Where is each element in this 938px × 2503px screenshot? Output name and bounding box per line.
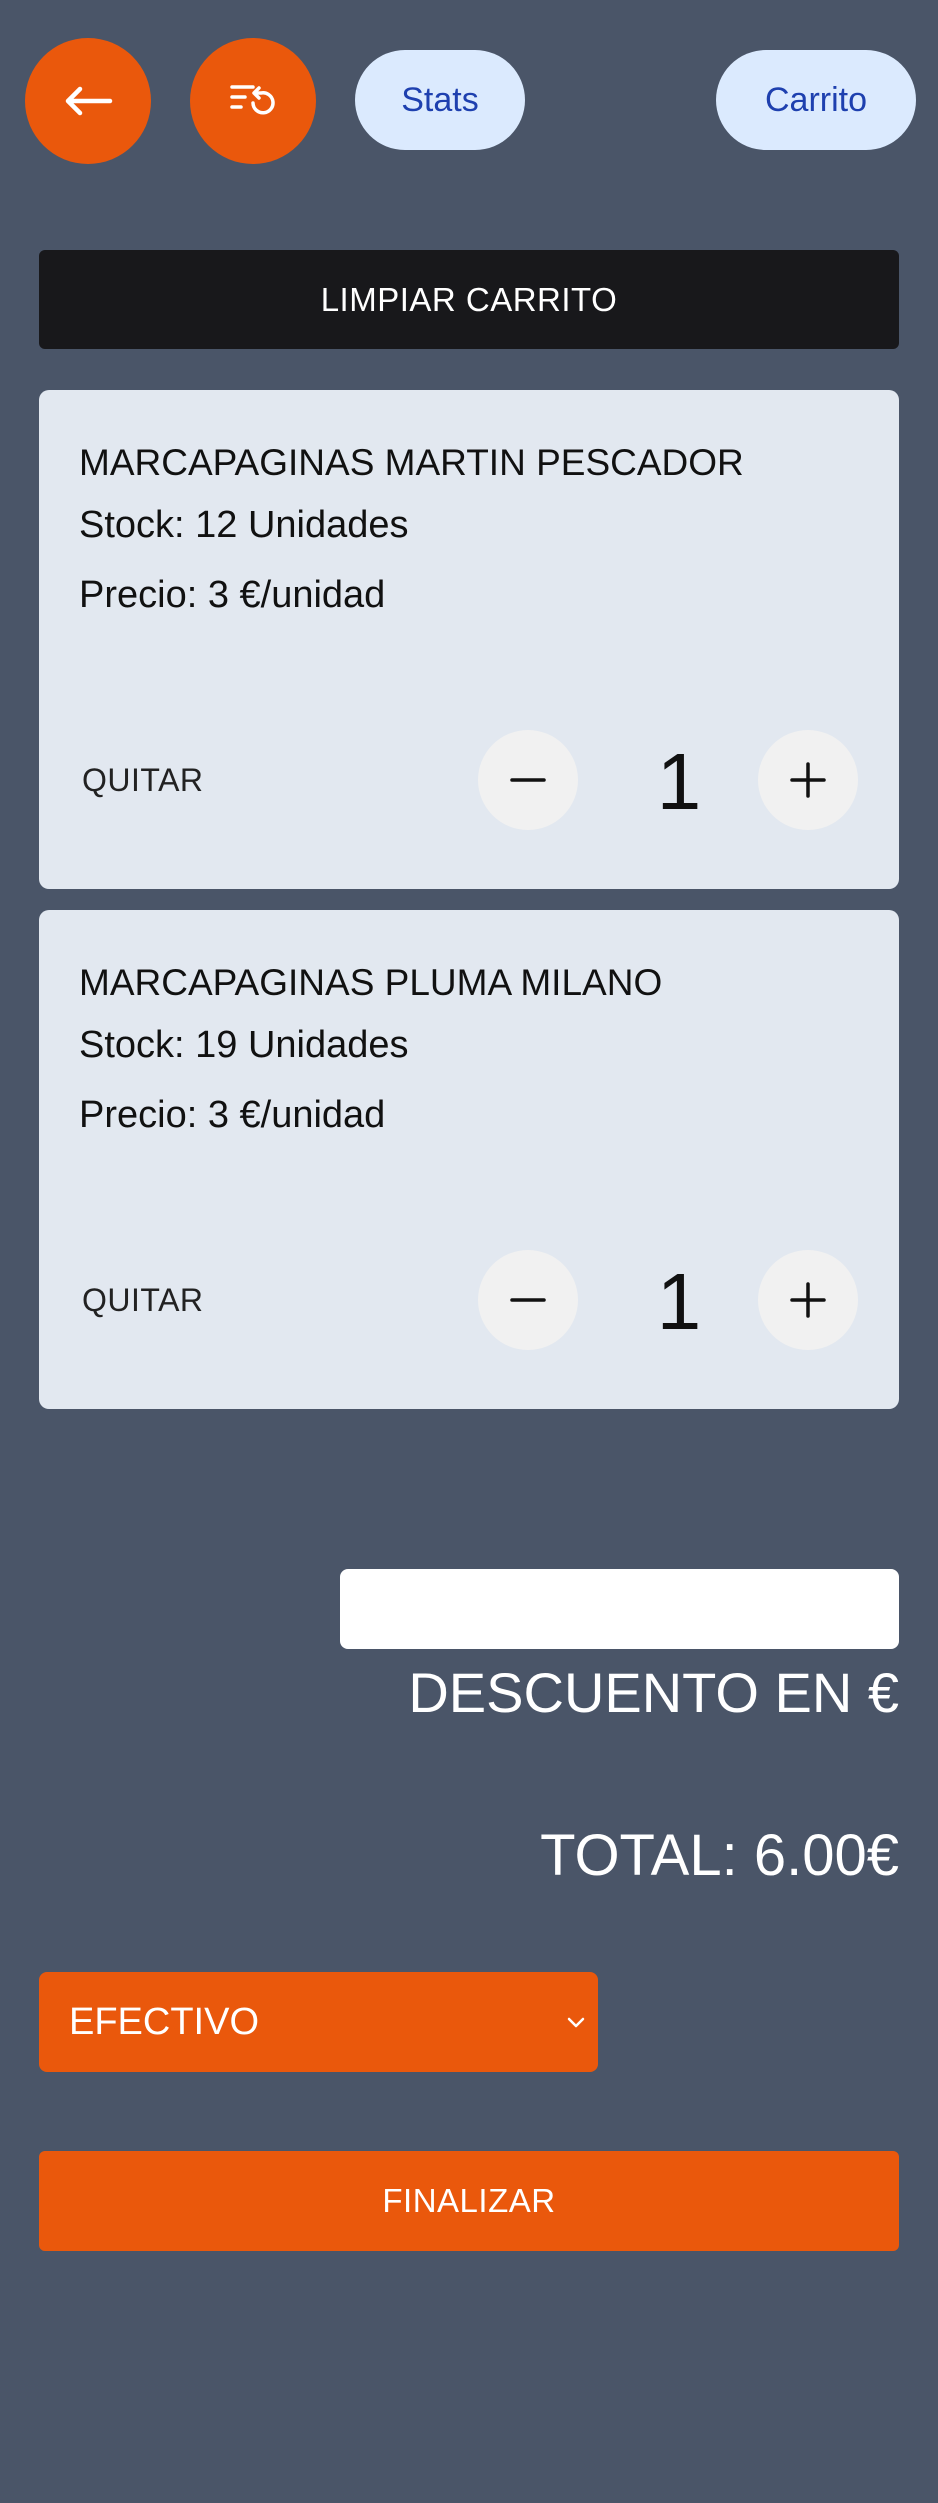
total-amount: TOTAL: 6.00€ <box>540 1823 899 1888</box>
cart-item: MARCAPAGINAS MARTIN PESCADOR Stock: 12 U… <box>39 390 899 889</box>
stats-button[interactable]: Stats <box>355 50 525 150</box>
arrow-left-icon <box>65 86 113 116</box>
decrease-quantity-button[interactable] <box>478 730 578 830</box>
increase-quantity-button[interactable] <box>758 730 858 830</box>
increase-quantity-button[interactable] <box>758 1250 858 1350</box>
discount-input[interactable] <box>340 1569 899 1649</box>
decrease-quantity-button[interactable] <box>478 1250 578 1350</box>
cart-item: MARCAPAGINAS PLUMA MILANO Stock: 19 Unid… <box>39 910 899 1409</box>
product-price: Precio: 3 €/unidad <box>79 1094 386 1136</box>
payment-method-value: EFECTIVO <box>69 2000 260 2043</box>
clear-cart-button[interactable]: LIMPIAR CARRITO <box>39 250 899 349</box>
product-name: MARCAPAGINAS PLUMA MILANO <box>79 962 663 1003</box>
back-button[interactable] <box>25 38 151 164</box>
plus-icon <box>790 762 826 798</box>
chevron-down-icon <box>567 2017 585 2028</box>
history-button[interactable] <box>190 38 316 164</box>
quantity-value: 1 <box>656 1257 702 1346</box>
finish-button[interactable]: FINALIZAR <box>39 2151 899 2251</box>
product-stock: Stock: 19 Unidades <box>79 1024 409 1066</box>
remove-item-button[interactable]: QUITAR <box>82 762 204 799</box>
cart-button[interactable]: Carrito <box>716 50 916 150</box>
minus-icon <box>510 778 546 782</box>
product-price: Precio: 3 €/unidad <box>79 574 386 616</box>
payment-method-select[interactable]: EFECTIVO <box>39 1972 598 2072</box>
product-name: MARCAPAGINAS MARTIN PESCADOR <box>79 442 744 483</box>
product-stock: Stock: 12 Unidades <box>79 504 409 546</box>
plus-icon <box>790 1282 826 1318</box>
minus-icon <box>510 1298 546 1302</box>
quantity-value: 1 <box>656 737 702 826</box>
list-restart-icon <box>230 85 275 115</box>
discount-label: DESCUENTO EN € <box>408 1661 899 1724</box>
remove-item-button[interactable]: QUITAR <box>82 1282 204 1319</box>
